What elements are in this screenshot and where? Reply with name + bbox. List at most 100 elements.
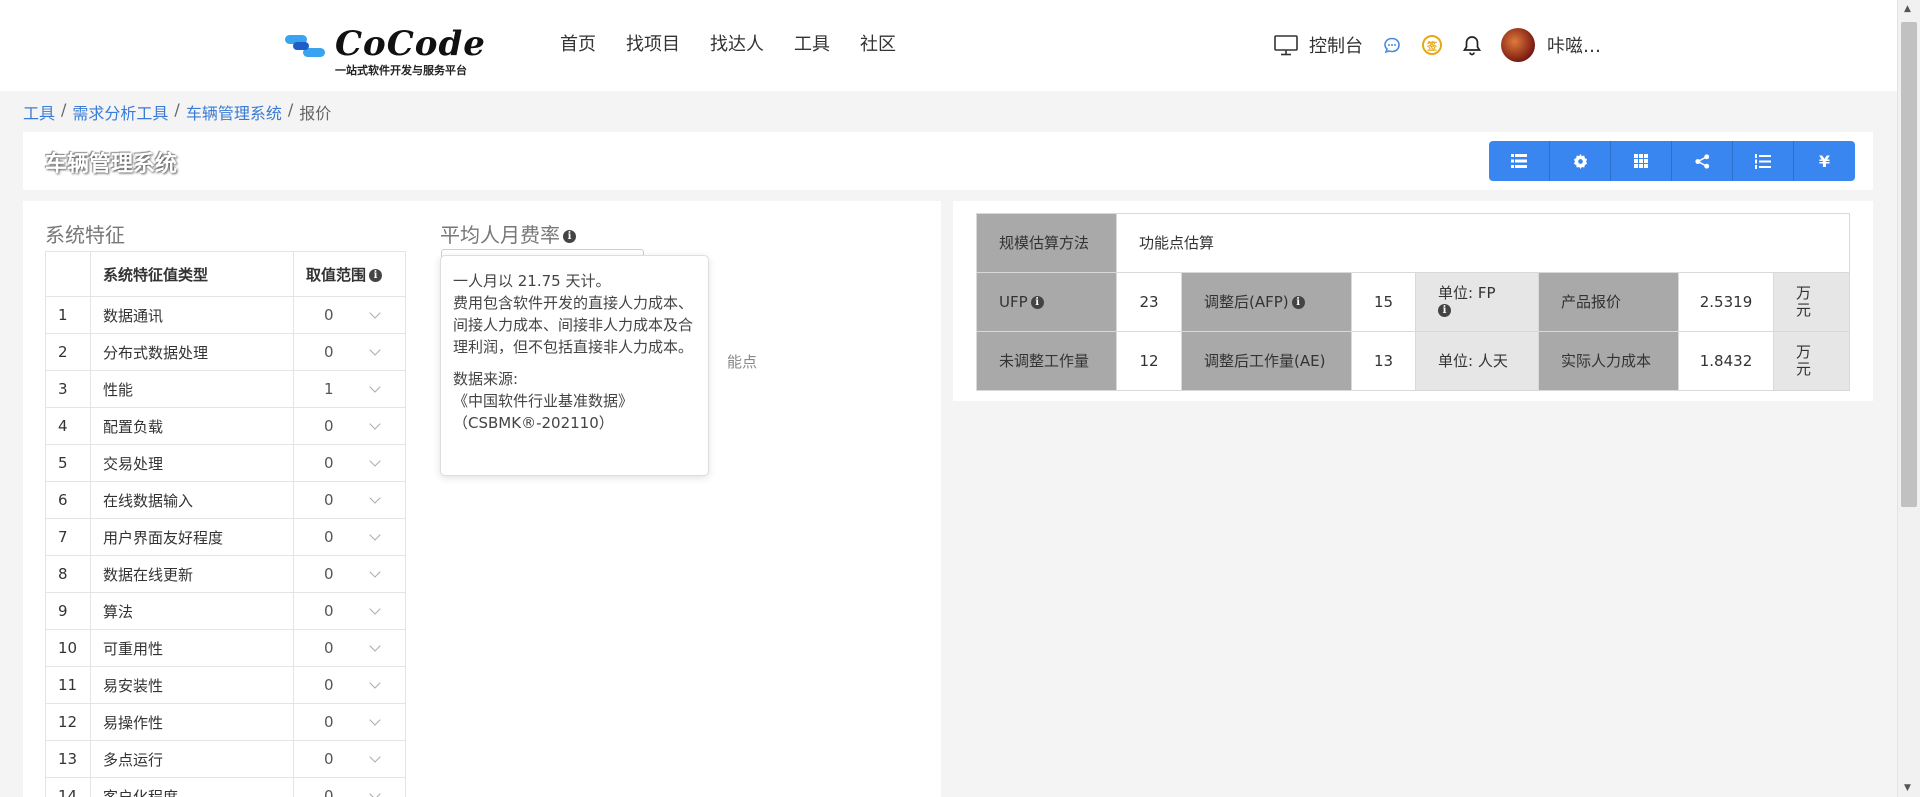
tooltip-day-note: 一人月以 21.75 天计。 [453, 272, 611, 290]
chat-icon[interactable] [1381, 34, 1403, 56]
price-label: 产品报价 [1538, 272, 1679, 332]
row-index: 13 [45, 740, 91, 778]
chevron-down-icon [369, 492, 381, 504]
console-link[interactable]: 控制台 [1273, 32, 1363, 58]
feature-value: 0 [324, 491, 334, 509]
page-title: 车辆管理系统 [45, 152, 178, 177]
row-index: 10 [45, 629, 91, 667]
sign-in-icon[interactable]: 签 [1421, 34, 1443, 56]
feature-value-select[interactable]: 0 [293, 666, 406, 704]
info-icon[interactable]: i [1030, 295, 1044, 309]
breadcrumb-requirement-tools[interactable]: 需求分析工具 [72, 100, 168, 124]
chevron-down-icon [369, 677, 381, 689]
afp-label: 调整后(AFP) [1204, 292, 1289, 311]
table-row: 11 易安装性 0 [45, 666, 406, 704]
grid-button[interactable] [1611, 141, 1672, 181]
nav-home[interactable]: 首页 [560, 30, 596, 60]
bell-icon[interactable] [1461, 34, 1483, 56]
info-icon[interactable]: i [1438, 304, 1451, 317]
info-icon[interactable]: i [1291, 295, 1305, 309]
logo[interactable]: CoCode 一站式软件开发与服务平台 [283, 24, 486, 77]
breadcrumb-tools[interactable]: 工具 [23, 100, 55, 124]
feature-value-select[interactable]: 0 [293, 444, 406, 482]
settings-button[interactable] [1550, 141, 1611, 181]
feature-value-select[interactable]: 0 [293, 703, 406, 741]
feature-value-select[interactable]: 0 [293, 481, 406, 519]
feature-value-select[interactable]: 0 [293, 740, 406, 778]
logo-text: CoCode [335, 24, 486, 64]
share-button[interactable] [1672, 141, 1733, 181]
row-index: 5 [45, 444, 91, 482]
chevron-down-icon [369, 455, 381, 467]
ordered-list-button[interactable] [1733, 141, 1794, 181]
scroll-up-arrow-icon[interactable]: ▲ [1904, 4, 1911, 14]
info-icon[interactable]: i [369, 268, 383, 282]
info-icon[interactable]: i [563, 230, 576, 243]
feature-name: 在线数据输入 [90, 481, 294, 519]
nav-find-expert[interactable]: 找达人 [710, 30, 764, 60]
avatar[interactable] [1501, 28, 1535, 62]
feature-name: 多点运行 [90, 740, 294, 778]
labor-unit: 万元 [1773, 331, 1850, 391]
table-row: 13 多点运行 0 [45, 740, 406, 778]
nav-find-project[interactable]: 找项目 [626, 30, 680, 60]
breadcrumb-current: 报价 [299, 104, 332, 123]
feature-value: 0 [324, 713, 334, 731]
tooltip-cost-note: 费用包含软件开发的直接人力成本、间接人力成本、间接非人力成本及合理利润，但不包括… [453, 294, 694, 356]
yen-icon: ¥ [1818, 151, 1831, 171]
row-index: 12 [45, 703, 91, 741]
list-button[interactable] [1489, 141, 1550, 181]
price-unit: 万元 [1773, 272, 1850, 332]
breadcrumb-separator: / [287, 100, 294, 119]
breadcrumb-separator: / [61, 100, 67, 119]
effort-label: 未调整工作量 [976, 331, 1117, 391]
feature-value-select[interactable]: 0 [293, 296, 406, 334]
ufp-value: 23 [1116, 272, 1182, 332]
monitor-icon [1274, 35, 1298, 56]
row-index: 11 [45, 666, 91, 704]
toolbar-button-group: ¥ [1489, 141, 1855, 181]
feature-value-select[interactable]: 0 [293, 592, 406, 630]
feature-value-select[interactable]: 0 [293, 777, 406, 797]
scroll-down-arrow-icon[interactable]: ▼ [1904, 783, 1911, 793]
col-index [45, 251, 91, 297]
feature-value-select[interactable]: 0 [293, 407, 406, 445]
console-label: 控制台 [1309, 36, 1363, 57]
labor-label: 实际人力成本 [1538, 331, 1679, 391]
feature-value-select[interactable]: 0 [293, 333, 406, 371]
feature-value-select[interactable]: 0 [293, 518, 406, 556]
top-header: CoCode 一站式软件开发与服务平台 首页 找项目 找达人 工具 社区 控制台… [0, 0, 1897, 91]
scroll-thumb[interactable] [1901, 22, 1917, 507]
breadcrumb-vehicle-system[interactable]: 车辆管理系统 [186, 100, 282, 124]
nav-tools[interactable]: 工具 [794, 30, 830, 60]
effort-value: 12 [1116, 331, 1182, 391]
feature-name: 易操作性 [90, 703, 294, 741]
tooltip-source-label: 数据来源: [453, 370, 519, 388]
username[interactable]: 咔嗞… [1547, 32, 1601, 58]
feature-value: 0 [324, 639, 334, 657]
header-actions: 控制台 签 咔嗞… [1273, 24, 1601, 66]
feature-value-select[interactable]: 0 [293, 629, 406, 667]
tooltip-source-code: （CSBMK®-202110） [453, 414, 614, 432]
quote-button[interactable]: ¥ [1794, 141, 1855, 181]
row-index: 1 [45, 296, 91, 334]
feature-value-select[interactable]: 1 [293, 370, 406, 408]
ae-label: 调整后工作量(AE) [1181, 331, 1352, 391]
table-row: 规模估算方法 功能点估算 [976, 213, 1850, 273]
feature-value-select[interactable]: 0 [293, 555, 406, 593]
chevron-down-icon [369, 566, 381, 578]
row-index: 14 [45, 777, 91, 797]
feature-value: 0 [324, 565, 334, 583]
row-index: 9 [45, 592, 91, 630]
ordered-list-icon [1755, 153, 1771, 169]
table-row: 2 分布式数据处理 0 [45, 333, 406, 371]
feature-value: 0 [324, 750, 334, 768]
feature-name: 性能 [90, 370, 294, 408]
feature-name: 用户界面友好程度 [90, 518, 294, 556]
table-row: 1 数据通讯 0 [45, 296, 406, 334]
row-index: 3 [45, 370, 91, 408]
page-scrollbar[interactable]: ▲ ▼ [1897, 0, 1920, 797]
chevron-down-icon [369, 381, 381, 393]
table-row: 14 客户化程度 0 [45, 777, 406, 797]
nav-community[interactable]: 社区 [860, 30, 896, 60]
